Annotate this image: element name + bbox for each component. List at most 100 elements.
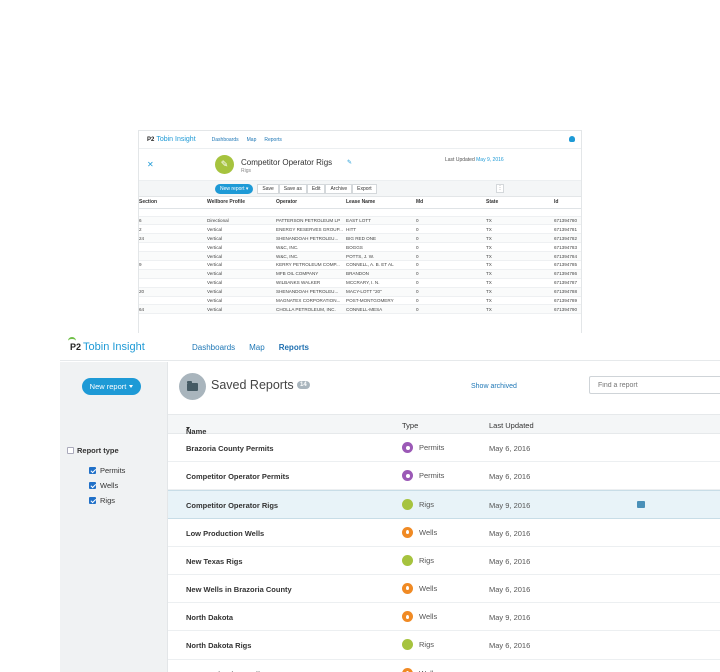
- preview-table-cell: TX: [486, 287, 554, 297]
- preview-filter-cell[interactable]: [207, 208, 276, 217]
- filter-report-type[interactable]: Report type: [67, 446, 119, 455]
- preview-column-header[interactable]: Wellbore Profile: [207, 197, 276, 209]
- rigs-checkbox[interactable]: [89, 497, 96, 504]
- preview-table-row[interactable]: Vertical MFB OIL COMPANY BRANDON 0 TX 6713947…: [139, 269, 581, 279]
- logo-mark: P2: [67, 337, 82, 352]
- preview-table-row[interactable]: Vertical W&C, INC. BOGGS 0 TX 671394783: [139, 242, 581, 253]
- preview-column-header[interactable]: State: [486, 197, 554, 209]
- preview-filter-cell[interactable]: [416, 208, 486, 217]
- preview-table-row[interactable]: 6 Directional PATTERSON PETROLEUM LP EAST L…: [139, 216, 581, 226]
- preview-table-cell: Vertical: [207, 242, 276, 253]
- preview-table-cell: TX: [486, 296, 554, 306]
- preview-filter-cell[interactable]: [486, 208, 554, 217]
- report-name[interactable]: New Wells in Brazoria County: [186, 585, 292, 594]
- preview-table-row[interactable]: 20 Vertical SHENANDOAH PETROLEU... MACY-LOT…: [139, 287, 581, 297]
- preview-table-cell: TX: [486, 304, 554, 315]
- preview-logo: P2 Tobin Insight: [147, 136, 196, 143]
- report-name[interactable]: Competitor Operator Permits: [186, 472, 289, 481]
- app-logo[interactable]: P2 Tobin Insight: [67, 337, 145, 353]
- table-row[interactable]: North Dakota Rigs Rigs May 6, 2016: [168, 631, 720, 660]
- nav-reports[interactable]: Reports: [279, 343, 309, 352]
- logo-text: Tobin Insight: [83, 341, 145, 353]
- preview-column-header[interactable]: Id: [554, 197, 581, 209]
- preview-table-cell: 24: [139, 233, 207, 244]
- preview-table-row[interactable]: 2 Vertical ENERGY RESERVES GROUP... HITT 0 TX…: [139, 224, 581, 235]
- preview-filter-cell[interactable]: [346, 208, 416, 217]
- edit-title-icon[interactable]: ✎: [347, 159, 352, 166]
- preview-edit-button[interactable]: Edit: [306, 183, 326, 194]
- close-icon[interactable]: ✕: [147, 160, 154, 169]
- preview-table-cell: 0: [416, 216, 486, 226]
- preview-filter-cell[interactable]: [554, 208, 581, 217]
- wells-checkbox[interactable]: [89, 482, 96, 489]
- preview-table-row[interactable]: 9 Vertical KERRY PETROLEUM COMP... CONNELL,…: [139, 260, 581, 270]
- preview-column-header[interactable]: Md: [416, 197, 486, 209]
- preview-table-cell: 671394787: [554, 278, 581, 288]
- filter-rigs[interactable]: Rigs: [89, 493, 125, 508]
- preview-nav-dashboards[interactable]: Dashboards: [212, 137, 239, 143]
- show-archived-link[interactable]: Show archived: [471, 383, 517, 390]
- table-row[interactable]: North Dakota Wells May 9, 2016: [168, 603, 720, 632]
- preview-table-cell: 671394785: [554, 260, 581, 270]
- preview-table-cell: 64: [139, 304, 207, 315]
- preview-table-cell: BIG RED ONE: [346, 233, 416, 244]
- preview-table-cell: CONNELL-MESA: [346, 304, 416, 315]
- table-row[interactable]: Low Production WellsWellsMay 6, 2016: [168, 519, 720, 547]
- preview-column-header[interactable]: Operator: [276, 197, 346, 209]
- more-options-icon[interactable]: ⋮: [496, 184, 504, 193]
- preview-table-row[interactable]: 64 Vertical CHOLLA PETROLEUM, INC. CONNELL-…: [139, 304, 581, 315]
- preview-table-cell: [139, 296, 207, 306]
- report-type-checkbox[interactable]: [67, 447, 74, 454]
- preview-export-button[interactable]: Export: [352, 183, 377, 194]
- filter-permits-label: Permits: [100, 466, 126, 475]
- preview-table-cell: SHENANDOAH PETROLEU...: [276, 233, 346, 244]
- preview-save-button[interactable]: Save: [257, 183, 279, 194]
- table-row[interactable]: Low Production WellsWellsMay 6, 2016: [168, 660, 720, 672]
- report-name[interactable]: North Dakota Rigs: [186, 641, 251, 650]
- report-name[interactable]: Competitor Operator Rigs: [186, 501, 278, 510]
- wells-icon: [402, 582, 413, 594]
- page-title: Saved Reports: [211, 378, 294, 392]
- nav-map[interactable]: Map: [249, 343, 265, 352]
- column-last-updated[interactable]: Last Updated: [489, 421, 534, 430]
- table-row[interactable]: New Wells in Brazoria County Wells May 6, …: [168, 575, 720, 604]
- preview-archive-button[interactable]: Archive: [325, 183, 353, 194]
- preview-table-row[interactable]: Vertical MAGNATEX CORPORATION... POST-MONT…: [139, 296, 581, 306]
- table-row[interactable]: Competitor Operator Rigs Rigs May 9, 2016: [168, 490, 720, 519]
- report-name[interactable]: New Texas Rigs: [186, 557, 243, 566]
- preview-filter-row: [139, 208, 581, 217]
- search-input[interactable]: [589, 376, 720, 394]
- preview-nav-map[interactable]: Map: [247, 137, 257, 143]
- preview-column-header[interactable]: Section: [139, 197, 207, 209]
- preview-table-row[interactable]: Vertical W&C, INC. POTTS, J. W. 0 TX 67139478…: [139, 251, 581, 261]
- preview-filter-cell[interactable]: [139, 208, 207, 217]
- preview-table-cell: 0: [416, 296, 486, 306]
- table-row[interactable]: Competitor Operator Permits Permits May 6,…: [168, 462, 720, 491]
- nav-dashboards[interactable]: Dashboards: [192, 343, 235, 352]
- new-report-button[interactable]: New report: [82, 378, 141, 395]
- preview-nav-reports[interactable]: Reports: [264, 137, 282, 143]
- report-type: Wells: [402, 611, 437, 623]
- table-row[interactable]: New Texas Rigs Rigs May 6, 2016: [168, 547, 720, 575]
- preview-new-report-button[interactable]: New report ▾: [215, 183, 254, 194]
- report-name[interactable]: North Dakota: [186, 613, 233, 622]
- preview-table-cell: 0: [416, 260, 486, 270]
- preview-table-row[interactable]: Vertical WILBANKS WALKER MCCRARY, I. N. 0 TX…: [139, 278, 581, 288]
- open-report-icon[interactable]: [637, 501, 645, 509]
- permits-checkbox[interactable]: [89, 467, 96, 474]
- table-row[interactable]: Brazoria County Permits Permits May 6, 201…: [168, 434, 720, 463]
- preview-table-cell: TX: [486, 251, 554, 261]
- column-type[interactable]: Type: [402, 421, 418, 430]
- report-name[interactable]: Brazoria County Permits: [186, 444, 274, 453]
- filter-permits[interactable]: Permits: [89, 463, 125, 478]
- preview-table-cell: 671394784: [554, 251, 581, 261]
- preview-table-row[interactable]: 24 Vertical SHENANDOAH PETROLEU... BIG RED …: [139, 233, 581, 244]
- preview-filter-cell[interactable]: [276, 208, 346, 217]
- report-name[interactable]: Low Production Wells: [186, 529, 264, 538]
- report-type-label: Rigs: [419, 640, 435, 650]
- preview-header: ✕ ✎ Competitor Operator Rigs ✎ Rigs Last…: [139, 149, 581, 181]
- preview-column-header[interactable]: Lease Name: [346, 197, 416, 209]
- filter-wells[interactable]: Wells: [89, 478, 125, 493]
- preview-save-as-button[interactable]: Save as: [278, 183, 307, 194]
- user-icon[interactable]: [569, 136, 575, 142]
